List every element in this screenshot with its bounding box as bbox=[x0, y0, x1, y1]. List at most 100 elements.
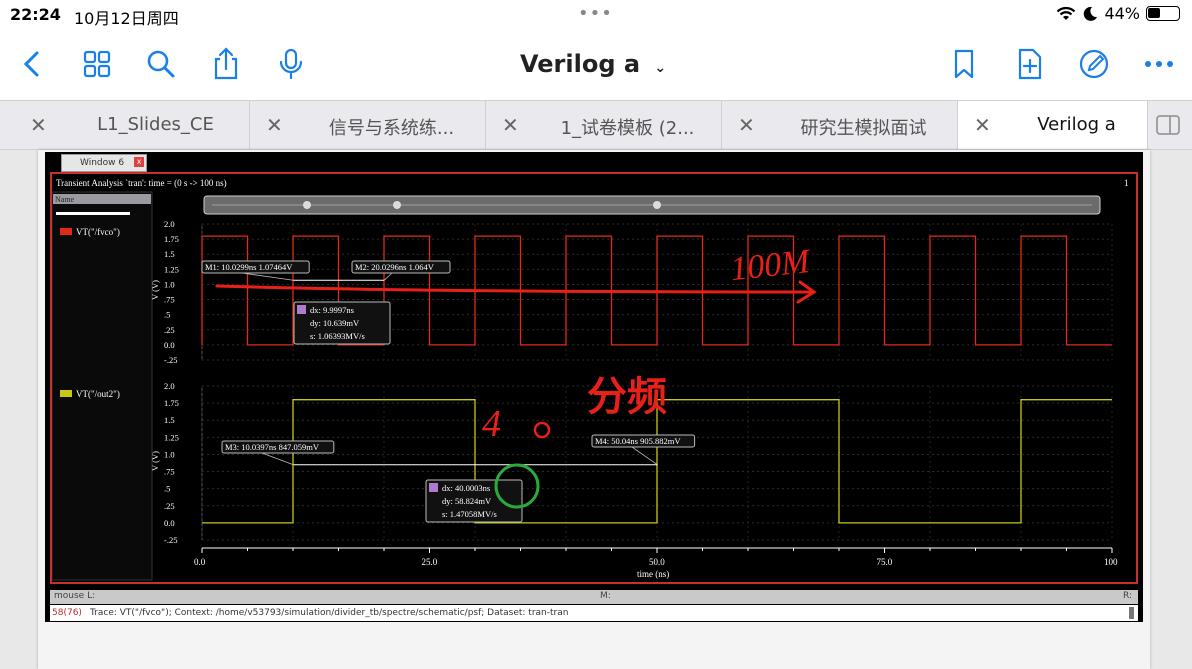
status-indicators: 44% bbox=[1056, 4, 1180, 23]
y-tick-label: 1.5 bbox=[164, 249, 175, 259]
trace-number: 58(76) bbox=[52, 608, 82, 618]
zoom-handle bbox=[393, 201, 401, 209]
handwritten-div-number: 4 bbox=[482, 403, 501, 445]
trace1-name: VT("/fvco") bbox=[76, 227, 120, 237]
tab-label: 研究生模拟面试 bbox=[800, 118, 927, 139]
x-tick-label: 25.0 bbox=[422, 557, 438, 567]
trace-info: Trace: VT("/fvco"); Context: /home/v5379… bbox=[90, 608, 569, 618]
battery-icon bbox=[1146, 6, 1180, 21]
mouse-status-bar: mouse L: M: R: bbox=[50, 590, 1138, 604]
chevron-down-icon: ⌄ bbox=[654, 60, 667, 76]
trace-info-bar: 58(76) Trace: VT("/fvco"); Context: /hom… bbox=[50, 605, 1138, 621]
delta2-dx: dx: 40.0003ns bbox=[442, 483, 490, 493]
close-icon[interactable]: ✕ bbox=[30, 113, 47, 137]
mouse-mid-label: M: bbox=[600, 591, 611, 601]
handwritten-fenpin: 分频 bbox=[587, 374, 667, 419]
share-icon[interactable] bbox=[208, 46, 244, 82]
delta2-icon bbox=[429, 483, 438, 492]
delta1-icon bbox=[297, 305, 306, 314]
markup-pen-icon[interactable] bbox=[1076, 46, 1112, 82]
window-tab: Window 6 x bbox=[61, 154, 148, 172]
y-tick-label: 1.5 bbox=[164, 415, 175, 425]
y-axis-label: V (V) bbox=[150, 451, 160, 471]
tab-label: L1_Slides_CE bbox=[97, 114, 214, 135]
handwritten-arrow bbox=[215, 284, 814, 294]
legend-header: Name bbox=[55, 195, 75, 204]
tab-label: 1_试卷模板 (2... bbox=[560, 118, 695, 139]
marker-m2-leader bbox=[384, 272, 393, 281]
x-tick-label: 75.0 bbox=[877, 557, 893, 567]
scrollbar-thumb[interactable] bbox=[1129, 607, 1134, 619]
marker-m4-leader bbox=[631, 446, 658, 466]
document-title[interactable]: Verilog a ⌄ bbox=[520, 50, 666, 78]
y-tick-label: 1.25 bbox=[164, 432, 179, 442]
x-tick-label: 100 bbox=[1104, 557, 1118, 567]
mouse-left-label: mouse L: bbox=[54, 591, 96, 601]
toolbar: Verilog a ⌄ bbox=[0, 30, 1192, 100]
y-tick-label: 1.0 bbox=[164, 449, 175, 459]
add-page-icon[interactable] bbox=[1012, 46, 1048, 82]
document-title-text: Verilog a bbox=[520, 50, 641, 78]
tab-label: 信号与系统练... bbox=[328, 118, 455, 139]
marker-m4-label: M4: 50.04ns 905.882mV bbox=[595, 436, 681, 446]
trace2-name: VT("/out2") bbox=[76, 389, 120, 399]
tab-label: Verilog a bbox=[1037, 114, 1116, 135]
sidebar-toggle-icon[interactable] bbox=[1150, 107, 1186, 143]
back-icon[interactable] bbox=[14, 46, 50, 82]
tab-exam-template[interactable]: ✕ 1_试卷模板 (2... bbox=[486, 101, 722, 149]
multitask-dots-icon[interactable]: ••• bbox=[578, 3, 613, 24]
close-icon[interactable]: ✕ bbox=[502, 113, 519, 137]
tab-l1-slides[interactable]: ✕ L1_Slides_CE bbox=[14, 101, 250, 149]
y-tick-label: 1.25 bbox=[164, 264, 179, 274]
status-bar: 22:24 10月12日周四 ••• 44% bbox=[0, 0, 1192, 30]
y-tick-label: .5 bbox=[164, 310, 170, 320]
y-tick-label: -.25 bbox=[164, 535, 177, 545]
y-tick-label: 1.0 bbox=[164, 279, 175, 289]
delta2-slope: s: 1.47058MV/s bbox=[442, 509, 497, 519]
y-tick-label: .5 bbox=[164, 484, 170, 494]
mouse-right-label: R: bbox=[1122, 591, 1132, 601]
y-tick-label: 2.0 bbox=[164, 381, 175, 391]
close-icon: x bbox=[134, 157, 145, 167]
delta1-slope: s: 1.06393MV/s bbox=[310, 331, 365, 341]
x-axis-label: time (ns) bbox=[637, 569, 669, 579]
close-icon[interactable]: ✕ bbox=[974, 113, 991, 137]
tab-mock-interview[interactable]: ✕ 研究生模拟面试 bbox=[722, 101, 958, 149]
delta1-dx: dx: 9.9997ns bbox=[310, 305, 354, 315]
more-icon[interactable] bbox=[1141, 46, 1177, 82]
y-tick-label: 1.75 bbox=[164, 234, 179, 244]
tab-verilog-a[interactable]: ✕ Verilog a bbox=[958, 101, 1148, 149]
zoom-handle bbox=[653, 201, 661, 209]
wifi-icon bbox=[1057, 6, 1076, 20]
analysis-title: Transient Analysis `tran': time = (0 s -… bbox=[56, 178, 227, 188]
y-tick-label: 1.75 bbox=[164, 398, 179, 408]
microphone-icon[interactable] bbox=[273, 46, 309, 82]
status-date: 10月12日周四 bbox=[74, 9, 179, 28]
close-icon[interactable]: ✕ bbox=[738, 113, 755, 137]
embedded-screenshot: Window 6 x Transient Analysis `tran': ti… bbox=[45, 152, 1143, 622]
bookmark-icon[interactable] bbox=[946, 46, 982, 82]
y-tick-label: 0.0 bbox=[164, 340, 175, 350]
tab-signals-systems[interactable]: ✕ 信号与系统练... bbox=[250, 101, 486, 149]
trace1-swatch bbox=[60, 228, 72, 235]
y-tick-label: .75 bbox=[164, 295, 175, 305]
y-tick-label: 2.0 bbox=[164, 219, 175, 229]
status-time: 22:24 bbox=[10, 5, 61, 24]
search-icon[interactable] bbox=[143, 46, 179, 82]
grid-icon[interactable] bbox=[79, 46, 115, 82]
y-tick-label: -.25 bbox=[164, 355, 177, 365]
delta1-dy: dy: 10.639mV bbox=[310, 318, 360, 328]
trace2-swatch bbox=[60, 390, 72, 397]
y-tick-label: 0.0 bbox=[164, 518, 175, 528]
y-tick-label: .25 bbox=[164, 501, 175, 511]
y-axis-label: V (V) bbox=[150, 280, 160, 300]
x-tick-label: 0.0 bbox=[194, 557, 206, 567]
delta2-dy: dy: 58.824mV bbox=[442, 496, 492, 506]
close-icon[interactable]: ✕ bbox=[266, 113, 283, 137]
window-tab-label: Window 6 bbox=[80, 158, 125, 168]
moon-icon bbox=[1084, 6, 1098, 21]
document-viewer[interactable]: Window 6 x Transient Analysis `tran': ti… bbox=[0, 150, 1192, 669]
marker-m2-label: M2: 20.0296ns 1.064V bbox=[355, 262, 435, 272]
handwritten-zero bbox=[533, 421, 551, 439]
tab-bar: ✕ L1_Slides_CE ✕ 信号与系统练... ✕ 1_试卷模板 (2..… bbox=[0, 100, 1192, 150]
